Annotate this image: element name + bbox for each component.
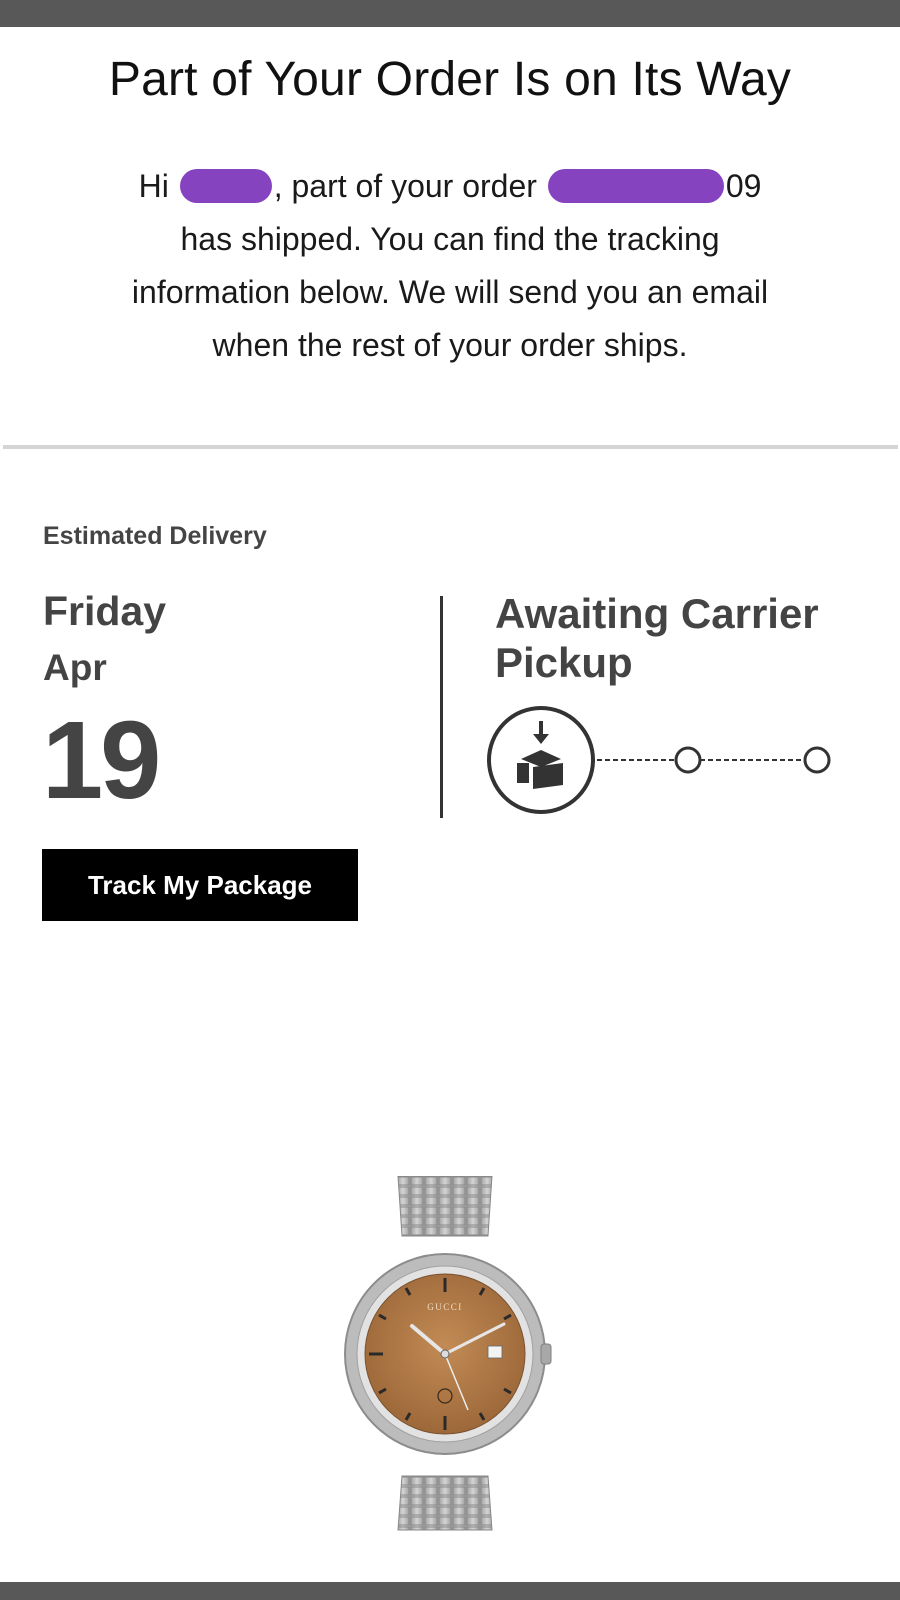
- delivery-day: 19: [42, 699, 161, 822]
- intro-paragraph: Hi , part of your order 09 has shipped. …: [120, 160, 780, 372]
- greeting-prefix: Hi: [138, 168, 169, 204]
- lower-band: [397, 1475, 493, 1531]
- shipment-progress-tracker: [487, 706, 831, 814]
- estimated-delivery-label: Estimated Delivery: [43, 522, 267, 550]
- dial-brand-text: GUCCI: [427, 1302, 463, 1312]
- step-circle-icon: [674, 746, 702, 774]
- bottom-bar: [0, 1582, 900, 1600]
- intro-body-text: has shipped. You can find the tracking i…: [131, 221, 769, 363]
- delivery-month: Apr: [43, 647, 107, 688]
- redacted-order-number: [547, 169, 724, 203]
- greeting-middle: , part of your order: [273, 168, 537, 204]
- delivery-weekday: Friday: [43, 588, 167, 634]
- shipment-status: Awaiting Carrier Pickup: [495, 590, 819, 686]
- vertical-divider: [440, 596, 443, 818]
- hand-pivot: [440, 1349, 450, 1359]
- step-circle-icon: [803, 746, 831, 774]
- email-headline: Part of Your Order Is on Its Way: [108, 53, 792, 106]
- watch-crown: [540, 1343, 552, 1365]
- date-window: [487, 1345, 503, 1359]
- package-pickup-icon: [487, 706, 595, 814]
- order-number-suffix: 09: [725, 168, 762, 204]
- track-my-package-button[interactable]: Track My Package: [42, 849, 358, 921]
- redacted-customer-name: [179, 169, 272, 203]
- section-divider: [3, 445, 898, 449]
- top-status-bar: [0, 0, 900, 27]
- wristwatch-image[interactable]: GUCCI: [340, 1176, 560, 1536]
- upper-band: [397, 1176, 493, 1237]
